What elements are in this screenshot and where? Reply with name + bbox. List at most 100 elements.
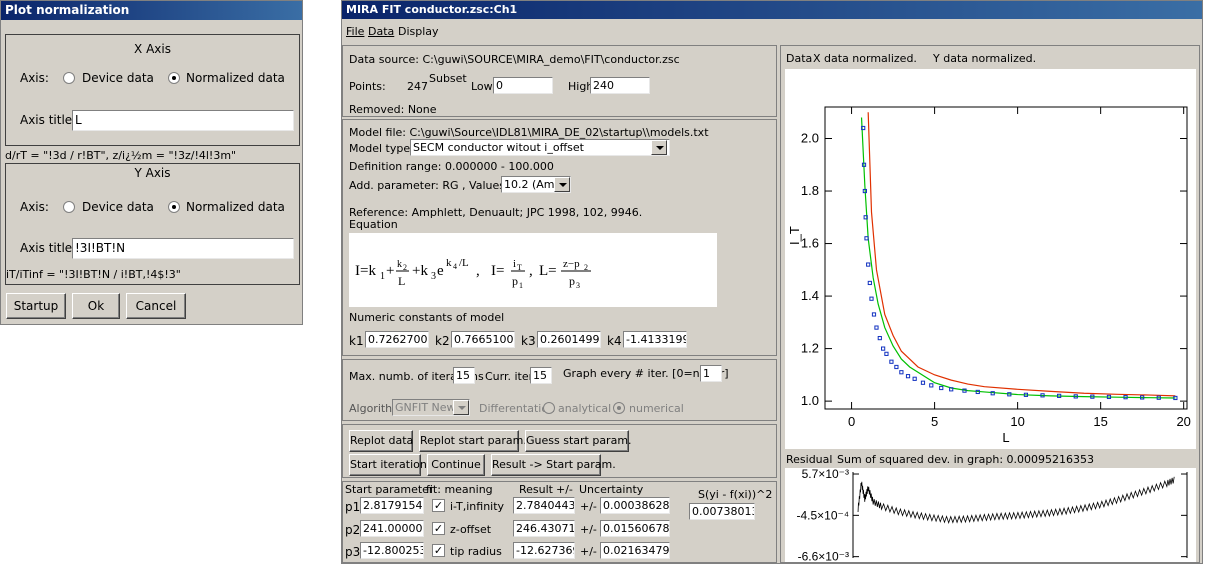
k1-input[interactable]: 0.72627002	[365, 331, 429, 348]
model-file-path: C:\guwi\Source\IDL81\MIRA_DE_02\startup\…	[409, 126, 709, 139]
numerical-radio	[613, 402, 625, 414]
x-tick-label: 20	[1176, 414, 1190, 429]
k3-label: k3	[521, 334, 536, 348]
uncertainty-header: Uncertainty	[579, 483, 644, 496]
svg-text:,: ,	[476, 263, 480, 279]
svg-text:k: k	[397, 259, 402, 270]
p1-label: p1	[345, 500, 361, 514]
start-iteration-button[interactable]: Start iteration	[349, 454, 427, 476]
p3-start-input[interactable]: -12.800253	[360, 542, 424, 559]
p3-meaning: tip radius	[450, 545, 502, 558]
continue-button[interactable]: Continue	[427, 454, 485, 476]
equation-formula: I=k 1 + k2 L +k 3 e k4 /L , I= iT p1 , L=	[355, 257, 591, 290]
equation-label: Equation	[349, 218, 398, 231]
mira-title: MIRA FIT conductor.zsc:Ch1	[342, 1, 1202, 19]
max-iter-input[interactable]: 15	[453, 367, 475, 384]
y-normalized-radio[interactable]	[168, 201, 180, 213]
high-input[interactable]: 240	[590, 77, 650, 94]
data-point	[889, 359, 894, 364]
menu-file-label[interactable]: File	[346, 25, 364, 38]
x-title-label: Axis title:	[20, 113, 77, 127]
x-normalized-radio[interactable]	[168, 72, 180, 84]
residual-plot-svg: 5.7×10⁻³ -4.5×10⁻⁴ -6.6×10⁻³	[796, 467, 1188, 564]
y-device-radio[interactable]	[63, 201, 75, 213]
data-point	[905, 374, 911, 379]
menu-data[interactable]: Data	[368, 25, 394, 38]
replot-start-button[interactable]: Replot start param.	[419, 430, 527, 452]
y-device-label[interactable]: Device data	[82, 200, 154, 214]
y-normalized-label[interactable]: Normalized data	[186, 200, 285, 214]
svg-text:z−p: z−p	[563, 258, 580, 270]
model-type-select[interactable]: SECM conductor witout i_offset	[410, 139, 670, 156]
guess-start-button[interactable]: Guess start param.	[525, 430, 632, 452]
svg-text:1: 1	[380, 271, 385, 282]
result-to-start-button[interactable]: Result -> Start param.	[491, 454, 616, 476]
svg-text:+: +	[386, 263, 394, 279]
p2-start-input[interactable]: 241.00000	[360, 520, 424, 537]
y-tick-label: 2.0	[801, 131, 819, 146]
low-input[interactable]: 0	[493, 77, 553, 94]
startup-button[interactable]: Startup	[6, 293, 66, 319]
k2-label: k2	[435, 334, 450, 348]
pm-header: +/-	[556, 483, 573, 496]
svg-text:L=: L=	[539, 263, 557, 279]
y-title-input[interactable]: !3I!BT!N	[72, 238, 294, 259]
curr-iter-input[interactable]: 15	[530, 367, 552, 384]
ok-button[interactable]: Ok	[72, 293, 120, 319]
model-type-label: Model type:	[349, 142, 414, 155]
svg-text:4: 4	[453, 262, 457, 271]
data-point	[1173, 395, 1178, 401]
menu-display-label[interactable]: Display	[398, 25, 439, 38]
replot-data-button[interactable]: Replot data	[349, 430, 413, 452]
y-tick-label: 1.4	[801, 288, 819, 303]
y-axis-group: Y Axis Axis: Device data Normalized data…	[5, 163, 300, 285]
graph-every-input[interactable]: 1	[700, 365, 722, 382]
svg-text:1: 1	[519, 281, 523, 290]
y-title-label: Axis title:	[20, 241, 77, 255]
removed-label: Removed: None	[349, 103, 437, 116]
data-point	[894, 364, 899, 370]
p2-fit-checkbox[interactable]: ✓	[432, 522, 445, 535]
plot-normalization-title: Plot normalization	[1, 1, 302, 20]
model-type-dropdown-icon[interactable]	[651, 140, 667, 155]
menu-display[interactable]: Display	[398, 25, 439, 38]
cancel-button[interactable]: Cancel	[126, 293, 186, 319]
plot-header-data: Data	[786, 52, 813, 65]
x-device-radio[interactable]	[63, 72, 75, 84]
p1-pm: +/-	[580, 500, 597, 513]
k4-input[interactable]: -1.4133199	[623, 331, 687, 348]
p1-fit-checkbox[interactable]: ✓	[432, 499, 445, 512]
sse-value: 0.00738013	[689, 503, 755, 520]
y-tick-label: 1.6	[801, 236, 819, 251]
menu-data-label[interactable]: Data	[368, 25, 394, 38]
k3-input[interactable]: 0.26014999	[537, 331, 601, 348]
p3-fit-checkbox[interactable]: ✓	[432, 544, 445, 557]
k2-input[interactable]: 0.76651001	[451, 331, 515, 348]
residual-y-tick-label: 5.7×10⁻³	[802, 468, 849, 481]
x-tick-label: 15	[1093, 414, 1107, 429]
menu-file[interactable]: File	[346, 25, 364, 38]
y-tick-label: 1.0	[801, 393, 819, 408]
add-param-dropdown-icon[interactable]	[554, 177, 570, 192]
x-title-input[interactable]: L	[72, 110, 294, 131]
model-file-label: Model file: C:\guwi\Source\IDL81\MIRA_DE…	[349, 126, 709, 139]
p2-pm: +/-	[580, 523, 597, 536]
analytical-label: analytical	[558, 402, 612, 415]
data-point	[863, 215, 868, 220]
svg-text:3: 3	[576, 281, 580, 290]
x-device-label[interactable]: Device data	[82, 71, 154, 85]
main-plot-canvas: 0 5 10 15 20 1.0 1.2 1.4 1.6 1.8 2.0 L I_T	[785, 69, 1196, 449]
data-point	[877, 335, 882, 341]
numerical-label: numerical	[629, 402, 684, 415]
data-source-path: C:\guwi\SOURCE\MIRA_demo\FIT\conductor.z…	[422, 53, 680, 66]
p1-start-input[interactable]: 2.8179154	[360, 497, 424, 514]
series-line-0	[860, 117, 1176, 399]
x-tick-label: 10	[1010, 414, 1024, 429]
mira-fit-window: MIRA FIT conductor.zsc:Ch1 File Data Dis…	[341, 0, 1203, 564]
x-normalized-label[interactable]: Normalized data	[186, 71, 285, 85]
svg-text:+k: +k	[412, 263, 428, 279]
data-point	[920, 380, 926, 385]
action-buttons-panel: Replot data Replot start param. Guess st…	[342, 424, 777, 478]
y-axis-label: Axis:	[20, 200, 49, 214]
data-point	[929, 383, 934, 388]
